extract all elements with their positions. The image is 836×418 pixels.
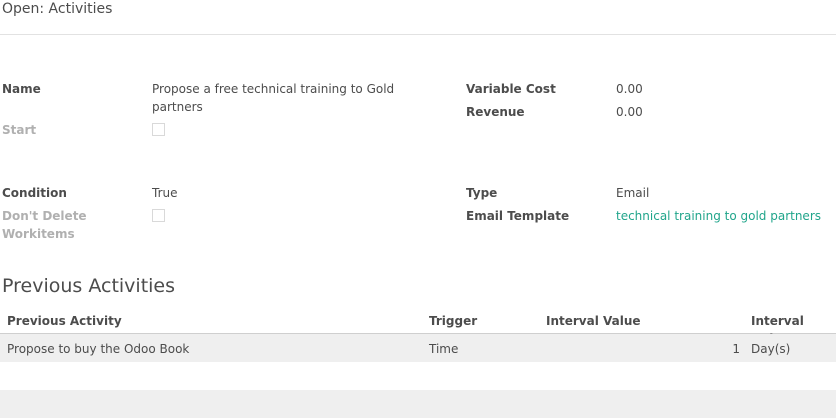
variable-cost-label: Variable Cost: [466, 82, 556, 96]
variable-cost-value: 0.00: [616, 82, 643, 96]
cell-trigger: Time: [429, 342, 459, 356]
dialog-title: Open: Activities: [2, 1, 113, 17]
type-value: Email: [616, 186, 650, 200]
dont-delete-workitems-checkbox[interactable]: [152, 209, 165, 222]
start-checkbox[interactable]: [152, 123, 165, 136]
email-template-label: Email Template: [466, 209, 570, 223]
column-header-trigger[interactable]: Trigger: [429, 312, 477, 330]
revenue-value: 0.00: [616, 105, 643, 119]
cell-interval-unit: Day(s): [751, 342, 791, 356]
column-header-interval-value[interactable]: Interval Value: [546, 312, 641, 330]
table-row[interactable]: Propose to buy the Odoo Book Time 1 Day(…: [0, 334, 836, 362]
previous-activities-table-header: Previous Activity Trigger Interval Value…: [0, 309, 836, 346]
type-label: Type: [466, 186, 498, 200]
name-label: Name: [2, 82, 41, 96]
previous-activities-heading: Previous Activities: [2, 275, 176, 297]
name-value: Propose a free technical training to Gol…: [152, 82, 395, 114]
email-template-link[interactable]: technical training to gold partners: [616, 207, 821, 225]
cell-interval-value: 1: [732, 342, 740, 356]
start-label: Start: [2, 123, 37, 137]
cell-previous-activity: Propose to buy the Odoo Book: [7, 342, 190, 356]
header-divider: [0, 34, 836, 35]
column-header-previous-activity[interactable]: Previous Activity: [7, 312, 122, 330]
condition-value: True: [152, 186, 178, 200]
condition-label: Condition: [2, 186, 67, 200]
dont-delete-workitems-label: Don't Delete Workitems: [2, 209, 87, 241]
revenue-label: Revenue: [466, 105, 525, 119]
table-empty-row: [0, 390, 836, 418]
